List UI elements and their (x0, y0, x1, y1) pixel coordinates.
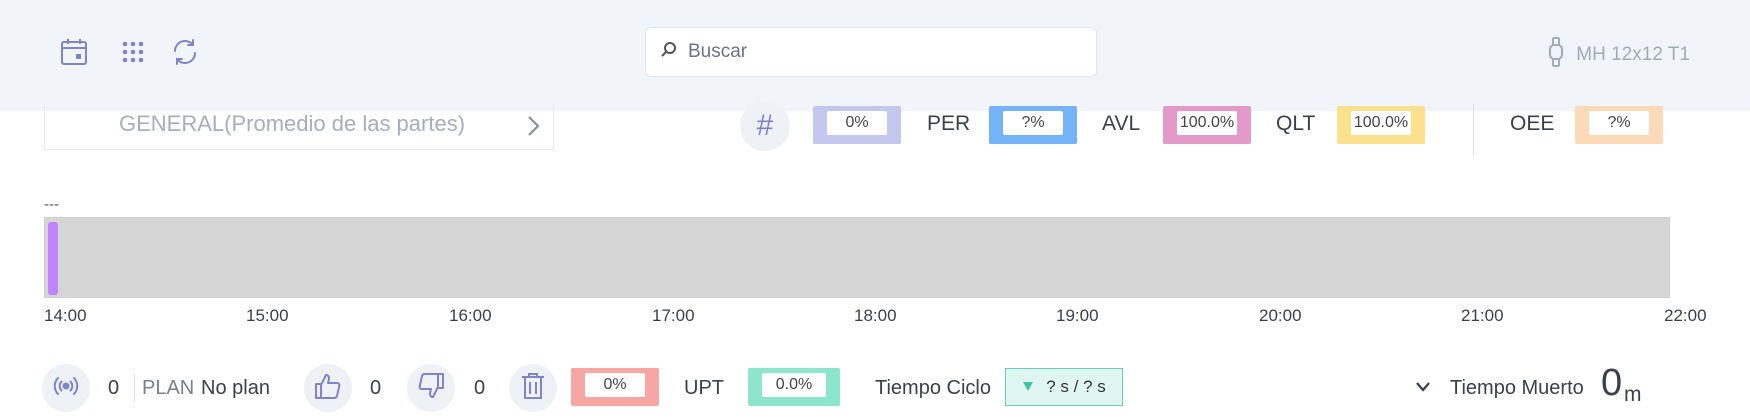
search-icon (660, 41, 678, 64)
tick-label: 15:00 (246, 306, 289, 325)
watch-icon (1548, 36, 1564, 74)
count-value: 0% (827, 111, 887, 135)
avl-pill: 100.0% (1163, 106, 1251, 144)
thumbs-down-count: 0 (474, 377, 486, 399)
upt-pill: 0.0% (748, 368, 840, 406)
dead-time-value: 0 (1601, 362, 1623, 404)
plan-label: PLAN (142, 377, 195, 399)
refresh-icon[interactable] (165, 32, 205, 72)
search-box[interactable]: Buscar (645, 27, 1097, 77)
cycle-time-value: ? s / ? s (1046, 377, 1106, 396)
qlt-value: 100.0% (1351, 111, 1411, 135)
cycle-time-label: Tiempo Ciclo (875, 377, 991, 399)
thumbs-down-icon (416, 371, 446, 406)
plan-value: No plan (201, 377, 270, 399)
search-input[interactable]: Buscar (688, 41, 747, 63)
divider (1473, 104, 1474, 156)
tick-label: 21:00 (1461, 306, 1504, 325)
device-selector[interactable]: MH 12x12 T1 (1548, 36, 1690, 74)
tick-label: 17:00 (652, 306, 695, 325)
hash-icon: # (740, 101, 790, 151)
upt-value: 0.0% (762, 373, 826, 397)
oee-pill: ?% (1575, 106, 1663, 144)
tick-label: 20:00 (1259, 306, 1302, 325)
cycle-time-box: ? s / ? s (1005, 368, 1123, 406)
device-name: MH 12x12 T1 (1576, 44, 1690, 65)
triangle-down-icon (1022, 377, 1034, 397)
oee-value: ?% (1589, 111, 1649, 135)
top-bar: Buscar MH 12x12 T1 (0, 0, 1750, 111)
calendar-icon[interactable] (54, 32, 94, 72)
divider (134, 374, 135, 402)
tick-label: 18:00 (854, 306, 897, 325)
signal-button[interactable] (42, 364, 90, 412)
per-value: ?% (1003, 111, 1063, 135)
chevron-right-icon (525, 114, 541, 143)
tick-label: 16:00 (449, 306, 492, 325)
timeline-segment[interactable] (48, 222, 58, 295)
timeline-axis: 14:00 15:00 16:00 17:00 18:00 19:00 20:0… (44, 306, 1716, 328)
thumbs-up-count: 0 (370, 377, 382, 399)
signal-count: 0 (108, 377, 120, 399)
per-label: PER (927, 112, 971, 135)
avl-value: 100.0% (1177, 111, 1237, 135)
oee-label: OEE (1510, 112, 1555, 135)
chevron-down-icon[interactable] (1414, 380, 1432, 399)
count-pill: 0% (813, 106, 901, 144)
tick-label: 22:00 (1664, 306, 1707, 325)
tick-label: 19:00 (1056, 306, 1099, 325)
qlt-pill: 100.0% (1337, 106, 1425, 144)
upt-label: UPT (684, 377, 724, 399)
scrap-pill: 0% (571, 368, 659, 406)
tick-label: 14:00 (44, 306, 87, 325)
per-pill: ?% (989, 106, 1077, 144)
signal-icon (53, 373, 79, 404)
dead-time-label: Tiempo Muerto (1450, 377, 1584, 399)
part-selector[interactable]: GENERAL(Promedio de las partes) (44, 104, 554, 150)
thumbs-down-button[interactable] (407, 364, 455, 412)
dead-time-unit: m (1624, 383, 1642, 406)
thumbs-up-button[interactable] (304, 364, 352, 412)
timeline-bar[interactable] (44, 217, 1670, 298)
trash-button[interactable] (509, 364, 557, 412)
thumbs-up-icon (313, 371, 343, 406)
scrap-value: 0% (585, 373, 645, 397)
qlt-label: QLT (1276, 112, 1316, 135)
part-selector-label: GENERAL(Promedio de las partes) (119, 111, 466, 136)
grid-icon[interactable] (113, 32, 153, 72)
trash-icon (520, 372, 546, 405)
timeline-title: --- (44, 196, 59, 213)
avl-label: AVL (1102, 112, 1141, 135)
